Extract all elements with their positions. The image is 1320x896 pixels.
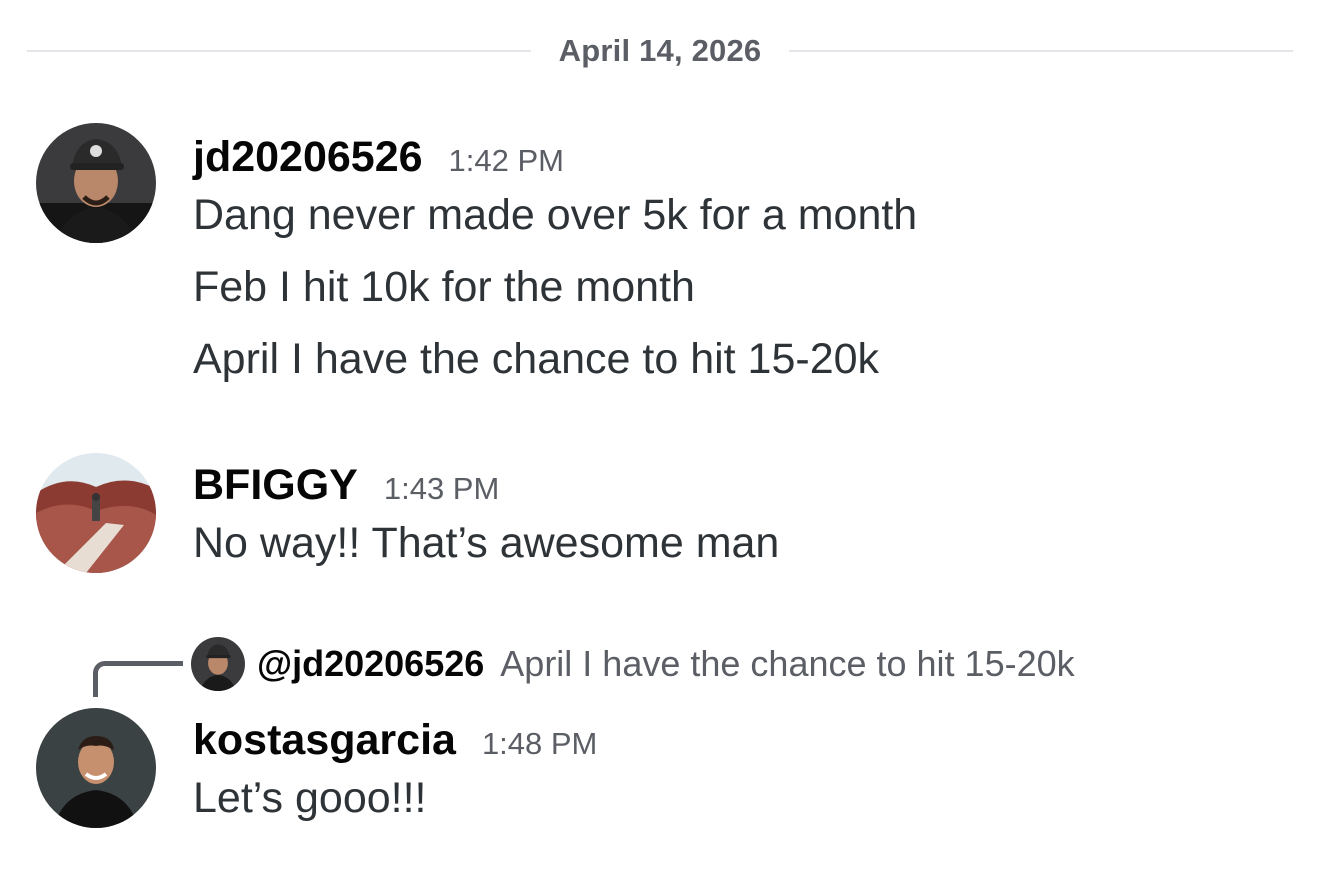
- timestamp: 1:48 PM: [481, 726, 598, 761]
- message-text: No way!! That’s awesome man: [193, 519, 780, 567]
- divider-line-right: [789, 50, 1294, 52]
- username[interactable]: kostasgarcia: [193, 716, 456, 765]
- timestamp: 1:43 PM: [383, 471, 500, 506]
- username[interactable]: BFIGGY: [193, 461, 358, 510]
- date-divider-label: April 14, 2026: [558, 33, 762, 68]
- reply-preview[interactable]: @jd20206526 April I have the chance to h…: [191, 636, 1075, 692]
- message-text: Let’s gooo!!!: [193, 774, 427, 822]
- avatar-jd20206526-small-icon: [191, 637, 245, 691]
- divider-line-left: [27, 50, 531, 52]
- timestamp: 1:42 PM: [448, 143, 564, 178]
- username[interactable]: jd20206526: [193, 133, 423, 182]
- message-text: Feb I hit 10k for the month: [193, 263, 695, 311]
- message-item[interactable]: @jd20206526 April I have the chance to h…: [0, 636, 1320, 836]
- message-item[interactable]: jd20206526 1:42 PM Dang never made over …: [0, 123, 1320, 398]
- reply-author[interactable]: @jd20206526: [257, 643, 484, 685]
- avatar-kostasgarcia-icon: [36, 708, 156, 828]
- user-avatar[interactable]: [36, 123, 156, 243]
- date-divider: April 14, 2026: [27, 30, 1294, 72]
- reply-avatar: [191, 637, 245, 691]
- reply-text[interactable]: April I have the chance to hit 15-20k: [500, 643, 1074, 685]
- message-header: BFIGGY 1:43 PM: [193, 461, 1300, 510]
- user-avatar[interactable]: [36, 453, 156, 573]
- avatar-bfiggy-icon: [36, 453, 156, 573]
- avatar-jd20206526-icon: [36, 123, 156, 243]
- message-header: jd20206526 1:42 PM: [193, 133, 1300, 182]
- message-text: April I have the chance to hit 15-20k: [193, 335, 880, 383]
- user-avatar[interactable]: [36, 708, 156, 828]
- message-header: kostasgarcia 1:48 PM: [193, 716, 1300, 765]
- message-text: Dang never made over 5k for a month: [193, 191, 918, 239]
- message-item[interactable]: BFIGGY 1:43 PM No way!! That’s awesome m…: [0, 453, 1320, 583]
